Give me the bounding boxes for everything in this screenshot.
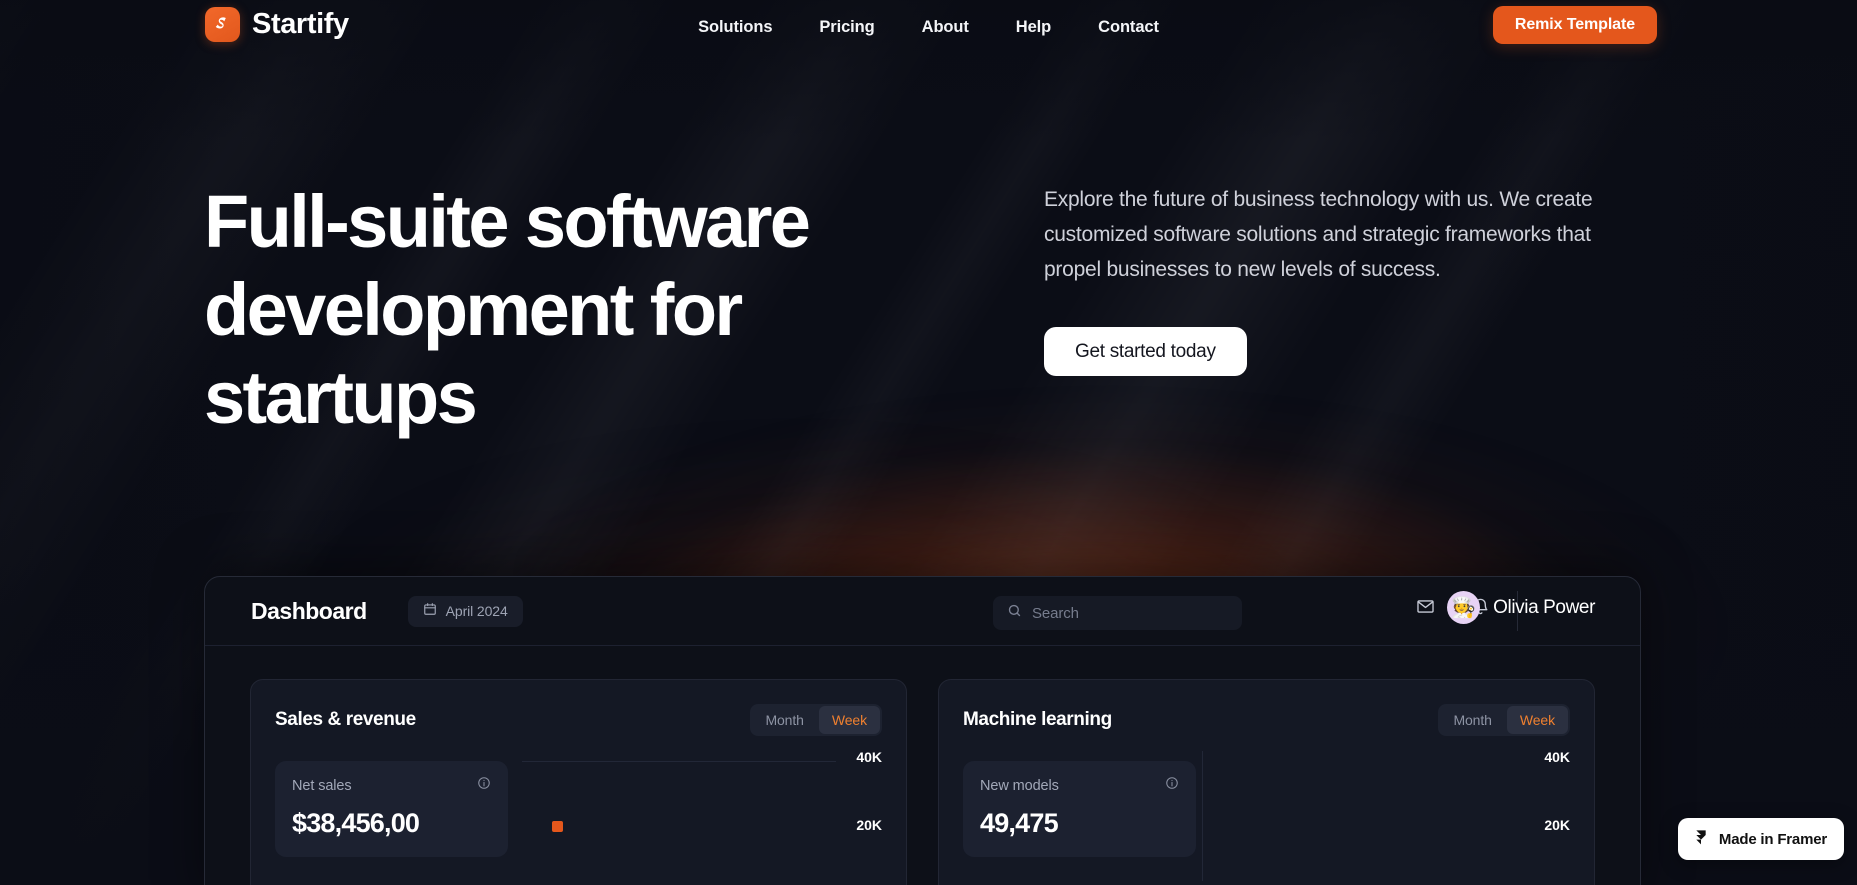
- sales-revenue-chart: 40K 20K: [508, 749, 882, 881]
- brand-name: Startify: [252, 8, 349, 40]
- chart-axis-mid: 20K: [856, 817, 882, 833]
- nav-link-solutions[interactable]: Solutions: [698, 18, 772, 37]
- remix-template-button[interactable]: Remix Template: [1492, 6, 1657, 44]
- framer-badge-label: Made in Framer: [1718, 830, 1827, 848]
- search-icon: [1007, 603, 1022, 623]
- card-machine-learning: Machine learning Month Week New models 4…: [938, 679, 1595, 885]
- date-label: April 2024: [445, 603, 508, 619]
- nav-link-pricing[interactable]: Pricing: [819, 18, 874, 37]
- stat-label: Net sales: [292, 777, 352, 794]
- stat-new-models: New models 49,475: [963, 761, 1196, 857]
- toggle-week[interactable]: Week: [1506, 706, 1568, 734]
- chart-axis-mid: 20K: [1544, 817, 1570, 833]
- dashboard-title: Dashboard: [251, 597, 367, 624]
- nav-link-contact[interactable]: Contact: [1098, 18, 1159, 37]
- card-title: Sales & revenue: [275, 709, 416, 730]
- period-toggle: Month Week: [1438, 704, 1570, 736]
- hero-title: Full-suite software development for star…: [204, 180, 811, 439]
- made-in-framer-badge[interactable]: Made in Framer: [1677, 818, 1844, 860]
- card-body: Net sales $38,456,00 40K 20K: [275, 749, 882, 881]
- calendar-icon: [423, 602, 437, 621]
- dashboard-panel: Dashboard April 2024 Search: [204, 576, 1641, 885]
- mail-icon[interactable]: [1416, 597, 1435, 621]
- nav-link-help[interactable]: Help: [1016, 18, 1051, 37]
- user-menu[interactable]: 🧑‍🍳 Olivia Power: [1447, 591, 1595, 624]
- search-input[interactable]: Search: [993, 596, 1242, 630]
- stat-label: New models: [980, 777, 1059, 794]
- chart-legend-dot: [552, 821, 563, 832]
- toggle-week[interactable]: Week: [818, 706, 880, 734]
- chart-axis-top: 40K: [1544, 749, 1570, 765]
- nav-link-about[interactable]: About: [922, 18, 969, 37]
- card-title: Machine learning: [963, 709, 1112, 730]
- date-picker-chip[interactable]: April 2024: [407, 595, 523, 627]
- card-sales-revenue: Sales & revenue Month Week Net sales $38…: [250, 679, 907, 885]
- get-started-button[interactable]: Get started today: [1044, 327, 1247, 376]
- nav-links: Solutions Pricing About Help Contact: [698, 0, 1159, 55]
- framer-logo-icon: [1693, 829, 1709, 850]
- card-header: Sales & revenue Month Week: [275, 704, 882, 736]
- hero-right-column: Explore the future of business technolog…: [1044, 182, 1609, 376]
- stat-net-sales: Net sales $38,456,00: [275, 761, 508, 857]
- search-placeholder: Search: [1032, 604, 1079, 622]
- hero-paragraph: Explore the future of business technolog…: [1044, 188, 1593, 281]
- page-root: Startify Solutions Pricing About Help Co…: [0, 0, 1857, 885]
- info-icon[interactable]: [1165, 776, 1179, 795]
- chart-axis-top: 40K: [856, 749, 882, 765]
- chart-axis-line: [1202, 751, 1203, 881]
- card-header: Machine learning Month Week: [963, 704, 1570, 736]
- top-navigation: Startify Solutions Pricing About Help Co…: [0, 0, 1857, 55]
- card-body: New models 49,475 40K 20K: [963, 749, 1570, 881]
- dashboard-cards: Sales & revenue Month Week Net sales $38…: [205, 646, 1640, 885]
- dashboard-header: Dashboard April 2024 Search: [205, 577, 1640, 646]
- brand[interactable]: Startify: [205, 7, 349, 42]
- user-name: Olivia Power: [1493, 596, 1595, 618]
- startify-s-logo-icon: [205, 7, 240, 42]
- toggle-month[interactable]: Month: [1440, 706, 1504, 734]
- toggle-month[interactable]: Month: [752, 706, 816, 734]
- machine-learning-chart: 40K 20K: [1196, 749, 1570, 881]
- info-icon[interactable]: [477, 776, 491, 795]
- avatar: 🧑‍🍳: [1447, 591, 1481, 624]
- period-toggle: Month Week: [750, 704, 882, 736]
- chart-gridline: [522, 761, 836, 762]
- stat-value: 49,475: [980, 808, 1059, 838]
- stat-value: $38,456,00: [292, 808, 420, 838]
